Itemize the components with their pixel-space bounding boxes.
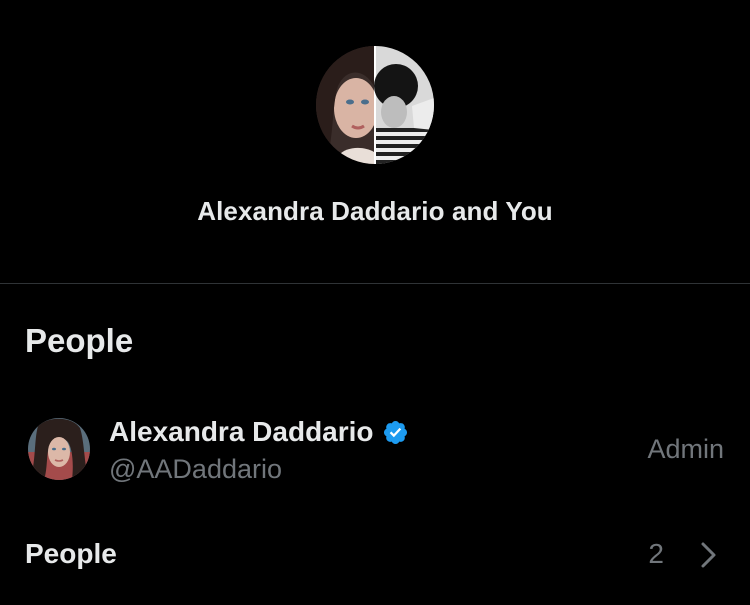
verified-badge-icon xyxy=(382,419,409,446)
conversation-title: Alexandra Daddario and You xyxy=(197,196,553,226)
people-count: 2 xyxy=(648,538,664,569)
people-row-label: People xyxy=(25,538,117,569)
member-name-line: Alexandra Daddario xyxy=(109,416,409,448)
member-name: Alexandra Daddario xyxy=(109,416,374,447)
member-row-aadaddario[interactable]: Alexandra Daddario @AADaddario Admin xyxy=(0,405,750,495)
member-handle: @AADaddario xyxy=(109,454,282,484)
people-section-heading: People xyxy=(25,322,134,359)
member-avatar[interactable] xyxy=(28,418,90,480)
group-avatar[interactable] xyxy=(316,46,434,164)
people-list-row[interactable]: People 2 xyxy=(0,522,750,586)
chevron-right-icon xyxy=(700,541,718,569)
header-divider xyxy=(0,283,750,284)
conversation-header: Alexandra Daddario and You xyxy=(0,0,750,283)
member-role-label: Admin xyxy=(647,434,724,464)
